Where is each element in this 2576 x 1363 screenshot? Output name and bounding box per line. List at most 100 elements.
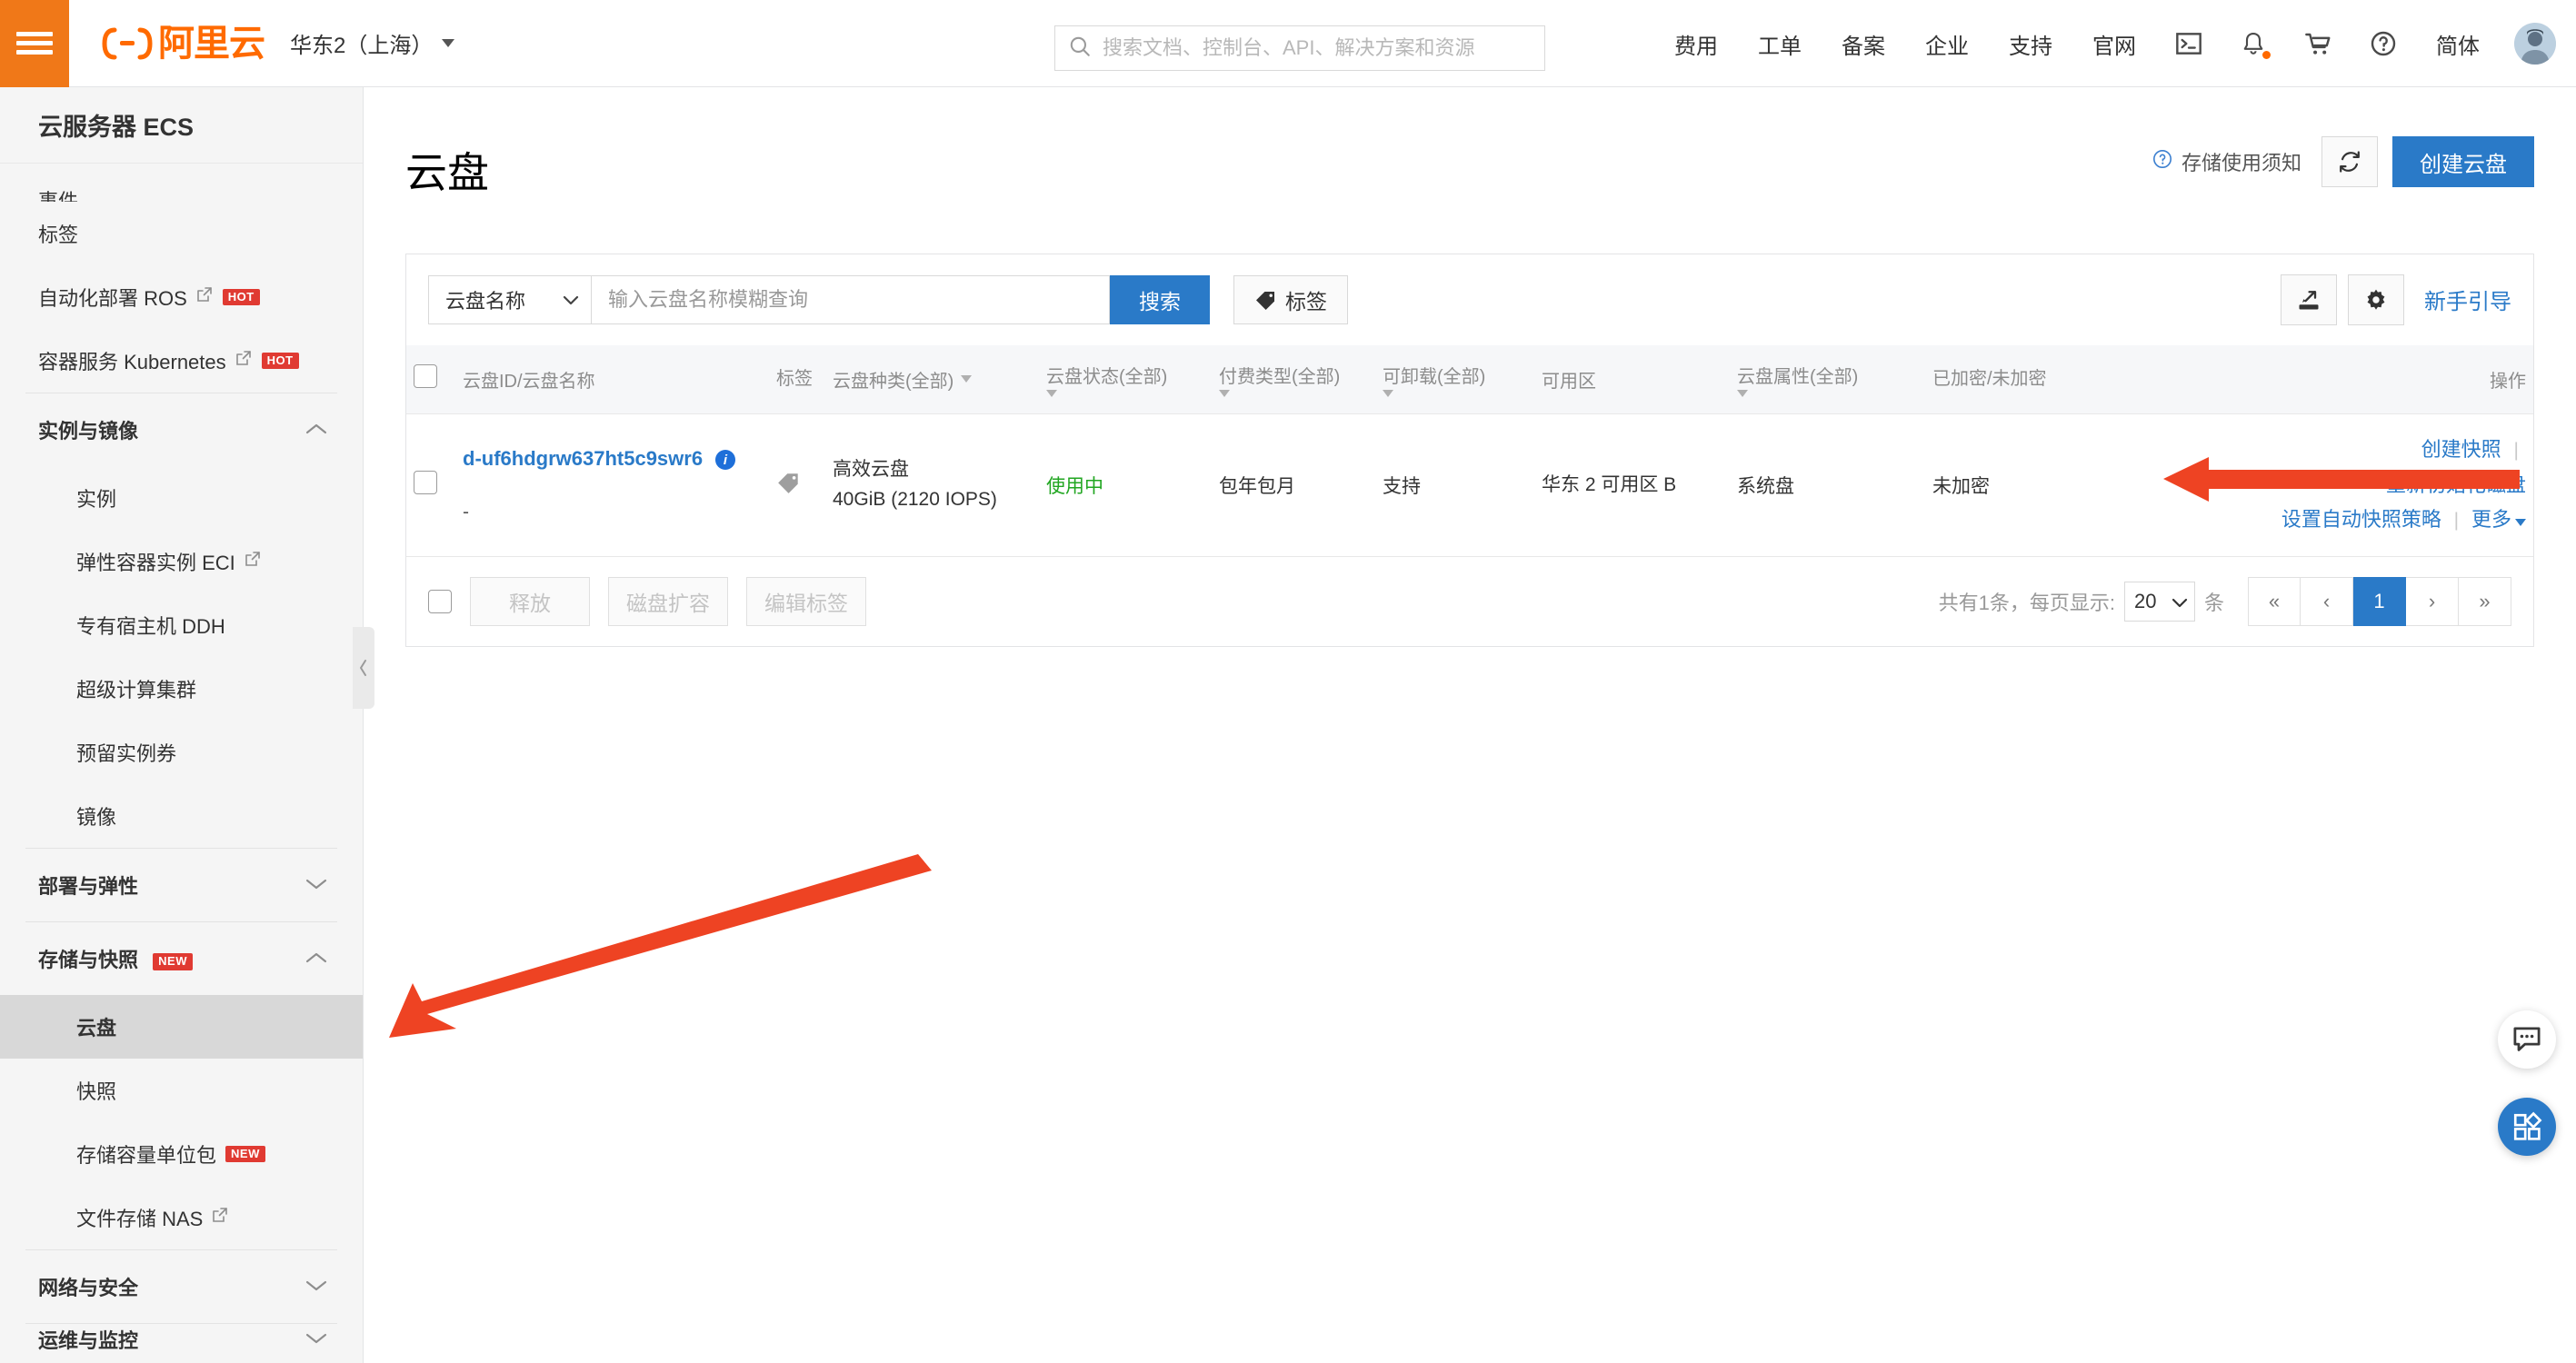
tag-icon[interactable] [776,473,802,499]
row-select-cell [406,413,455,558]
disk-list-card: 云盘名称 搜索 标签 [405,253,2534,648]
top-header-bar: 阿里云 华东2（上海） 费用 工单 备案 企业 支持 官网 [0,0,2576,87]
sidebar-group-instances-images[interactable]: 实例与镜像 [0,393,363,466]
sidebar-item-label: 镜像 [76,806,117,829]
footer-select-all-checkbox[interactable] [428,590,452,614]
sidebar-item-eci[interactable]: 弹性容器实例 ECI [0,530,363,593]
sidebar-group-deploy-elastic[interactable]: 部署与弹性 [0,849,363,921]
column-header-detachable[interactable]: 可卸载(全部) [1375,344,1534,414]
sidebar-group-network-security[interactable]: 网络与安全 [0,1250,363,1323]
tag-filter-button[interactable]: 标签 [1233,274,1348,324]
auto-snapshot-policy-link[interactable]: 设置自动快照策略 [2281,508,2441,531]
disk-id-link[interactable]: d-uf6hdgrw637ht5c9swr6 [463,447,703,470]
cart-icon[interactable] [2285,29,2351,58]
sidebar-item-scc[interactable]: 超级计算集群 [0,657,363,721]
filter-right-tools: 新手引导 [2281,274,2511,325]
filter-caret-icon[interactable] [1737,389,1748,397]
pager-prev[interactable]: ‹ [2301,577,2353,627]
column-label: 标签 [776,368,813,389]
beginner-guide-link[interactable]: 新手引导 [2424,284,2511,315]
sidebar-item-cloud-disk[interactable]: 云盘 [0,995,363,1059]
cell-detachable: 支持 [1375,413,1534,558]
brand-name[interactable]: 阿里云 [158,25,265,62]
apps-grid-icon[interactable] [2498,1098,2556,1156]
sidebar-group-ops-monitoring[interactable]: 运维与监控 [0,1324,363,1355]
info-icon[interactable]: i [714,450,735,471]
nav-link-enterprise[interactable]: 企业 [1905,28,1989,60]
sidebar-item-storage-capacity-unit[interactable]: 存储容量单位包 NEW [0,1122,363,1186]
search-button[interactable]: 搜索 [1110,274,1210,324]
tag-filter-label: 标签 [1285,289,1327,313]
nav-link-fee[interactable]: 费用 [1654,28,1738,60]
sidebar-item-snapshot[interactable]: 快照 [0,1059,363,1122]
global-search-box[interactable] [1054,25,1545,71]
search-input[interactable] [1101,35,1532,61]
filter-caret-icon[interactable] [1383,389,1393,397]
release-button[interactable]: 释放 [470,577,590,627]
chevron-down-icon [442,39,455,47]
sidebar-item-kubernetes[interactable]: 容器服务 Kubernetes HOT [0,329,363,393]
new-badge: NEW [153,952,193,970]
storage-notice-link[interactable]: 存储使用须知 [2152,147,2301,176]
column-header-category[interactable]: 云盘种类(全部) [825,344,1039,414]
pager-first[interactable]: « [2248,577,2301,627]
disk-name-search-input[interactable] [592,274,1110,324]
filter-caret-icon[interactable] [1046,389,1057,397]
create-snapshot-link[interactable]: 创建快照 [2421,438,2501,461]
column-header-tag: 标签 [769,344,825,414]
pager-page-1[interactable]: 1 [2353,577,2406,627]
sidebar-product-title: 云服务器 ECS [0,87,363,164]
chevron-down-icon[interactable] [2515,519,2526,527]
refresh-icon[interactable] [2321,136,2378,187]
header-nav: 费用 工单 备案 企业 支持 官网 简体 [1654,0,2556,87]
region-selector[interactable]: 华东2（上海） [290,27,455,59]
filter-field-select[interactable]: 云盘名称 [428,274,592,324]
gear-icon[interactable] [2348,274,2404,325]
pager-last[interactable]: » [2459,577,2511,627]
row-checkbox[interactable] [414,470,437,494]
column-header-status[interactable]: 云盘状态(全部) [1039,344,1212,414]
nav-link-support[interactable]: 支持 [1989,28,2072,60]
terminal-icon[interactable] [2156,29,2222,58]
pager-next[interactable]: › [2406,577,2459,627]
nav-link-ticket[interactable]: 工单 [1738,28,1822,60]
language-switch[interactable]: 简体 [2416,28,2500,60]
chevron-up-icon [305,418,328,442]
region-label: 华东2（上海） [290,34,434,58]
sidebar-item-tags[interactable]: 标签 [0,202,363,265]
more-actions-link[interactable]: 更多 [2471,508,2511,531]
nav-link-icp[interactable]: 备案 [1822,28,1905,60]
disk-id-line: d-uf6hdgrw637ht5c9swr6 i [463,447,762,471]
sidebar-item-instance[interactable]: 实例 [0,466,363,530]
aliyun-logo-mark[interactable] [102,25,153,62]
sidebar-item-ddh[interactable]: 专有宿主机 DDH [0,593,363,657]
sidebar-item-events[interactable]: 事件 [0,164,363,202]
sidebar-item-image[interactable]: 镜像 [0,784,363,848]
filter-caret-icon[interactable] [961,375,973,383]
sidebar-item-reserved-instance[interactable]: 预留实例券 [0,721,363,784]
sidebar-item-nas[interactable]: 文件存储 NAS [0,1186,363,1249]
column-header-attribute[interactable]: 云盘属性(全部) [1730,344,1925,414]
cell-disk-id: d-uf6hdgrw637ht5c9swr6 i - [455,413,769,558]
export-icon[interactable] [2281,274,2337,325]
bell-icon[interactable] [2222,29,2285,59]
cell-pay-type: 包年包月 [1212,413,1375,558]
filter-caret-icon[interactable] [1219,389,1230,397]
sidebar-item-ros[interactable]: 自动化部署 ROS HOT [0,265,363,329]
chat-bubble-icon[interactable] [2498,1010,2556,1069]
select-all-header [406,344,455,414]
hamburger-icon[interactable] [0,0,69,87]
sidebar-group-storage-snapshot[interactable]: 存储与快照 NEW [0,922,363,995]
select-all-checkbox[interactable] [414,364,437,389]
column-label: 云盘属性(全部) [1737,366,1859,387]
page-size-select[interactable]: 20 [2123,582,2195,622]
column-header-pay-type[interactable]: 付费类型(全部) [1212,344,1375,414]
help-icon[interactable] [2351,29,2416,58]
nav-link-website[interactable]: 官网 [2072,28,2156,60]
edit-tag-button[interactable]: 编辑标签 [746,577,866,627]
sidebar-collapse-handle[interactable] [353,627,374,709]
create-disk-button[interactable]: 创建云盘 [2392,136,2534,187]
reinitialize-disk-link[interactable]: 重新初始化磁盘 [2386,473,2526,496]
resize-disk-button[interactable]: 磁盘扩容 [608,577,728,627]
avatar[interactable] [2514,23,2556,65]
